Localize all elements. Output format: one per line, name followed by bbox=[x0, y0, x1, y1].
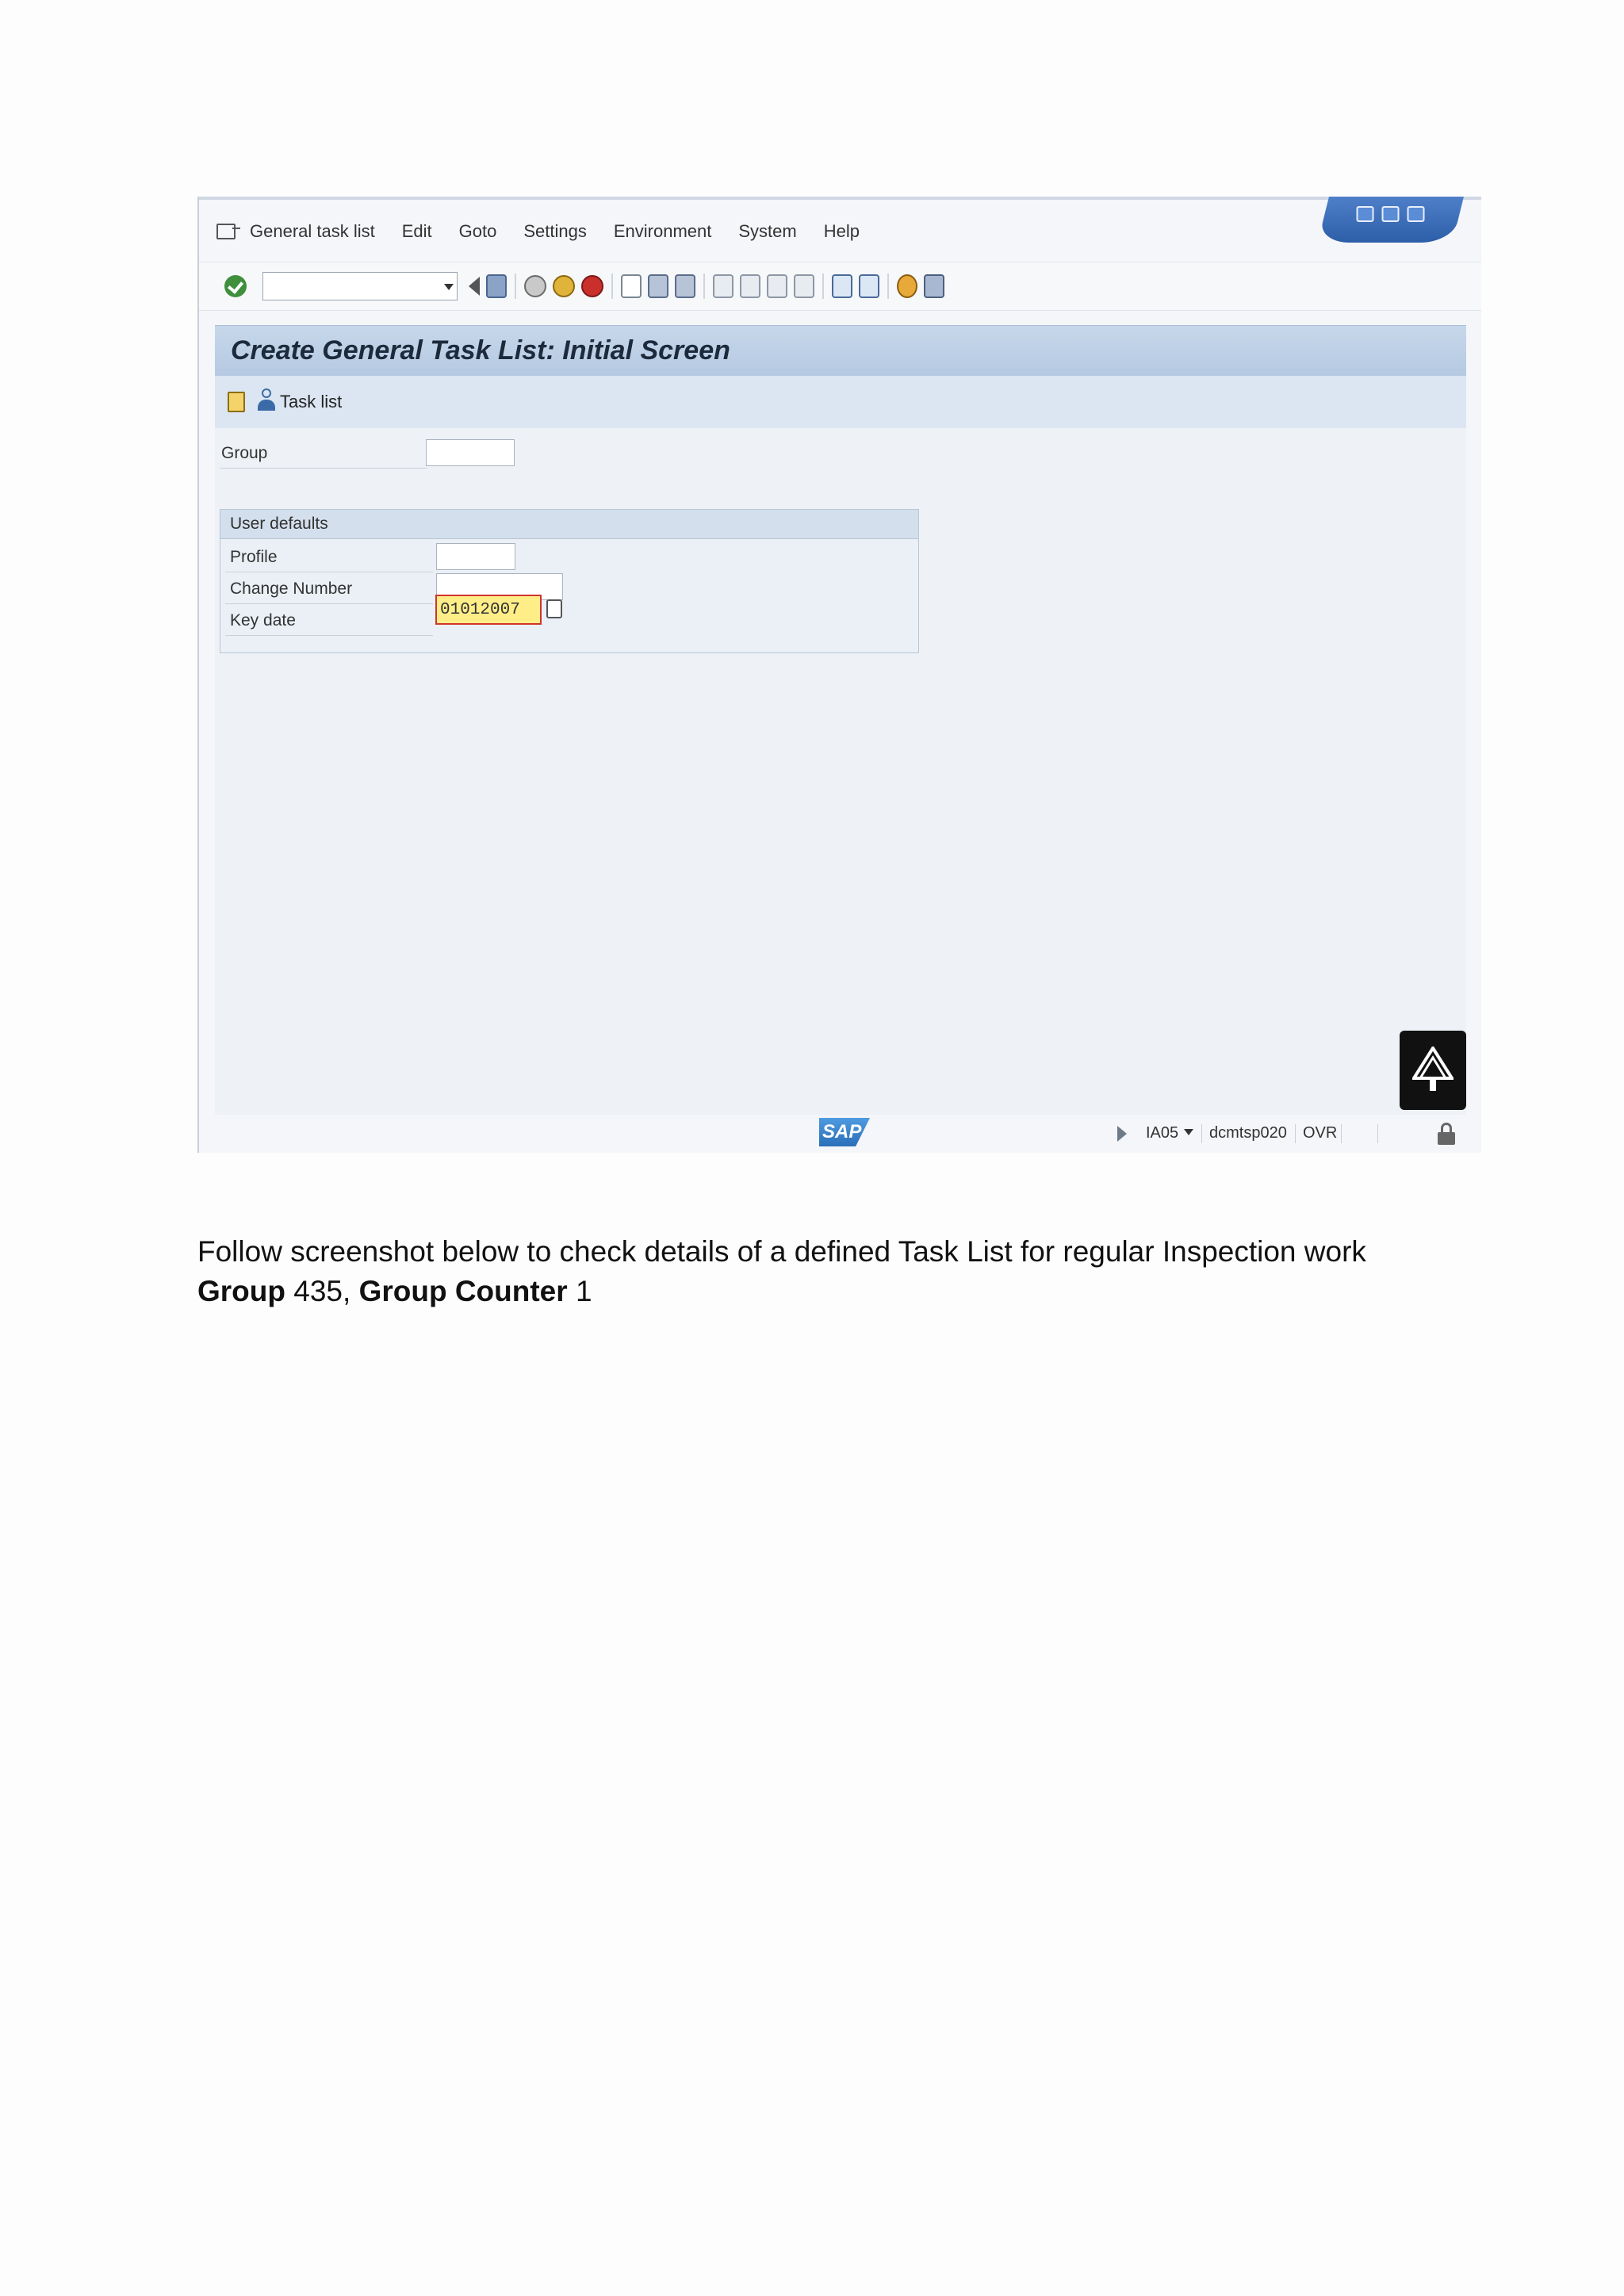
cancel-icon[interactable] bbox=[581, 275, 603, 297]
tree-logo-icon bbox=[1412, 1047, 1454, 1091]
input-mode[interactable]: OVR bbox=[1303, 1124, 1337, 1142]
menu-icon[interactable] bbox=[216, 224, 240, 239]
layout-icon[interactable] bbox=[924, 274, 944, 298]
menu-help[interactable]: Help bbox=[824, 221, 860, 242]
find-icon[interactable] bbox=[648, 274, 668, 298]
group-counter-label-bold: Group Counter bbox=[358, 1275, 568, 1307]
change-number-label-underline bbox=[225, 603, 433, 604]
sap-window: General task list Edit Goto Settings Env… bbox=[197, 197, 1481, 1153]
copy-icon[interactable] bbox=[228, 392, 245, 412]
watermark-logo bbox=[1400, 1031, 1466, 1110]
application-toolbar: Task list bbox=[215, 376, 1466, 429]
user-defaults-box: User defaults Profile Change Number Key … bbox=[220, 509, 919, 653]
menu-edit[interactable]: Edit bbox=[402, 221, 432, 242]
help-icon[interactable] bbox=[897, 274, 917, 298]
find-next-icon[interactable] bbox=[675, 274, 695, 298]
page-title: Create General Task List: Initial Screen bbox=[231, 335, 730, 365]
last-page-icon[interactable] bbox=[794, 274, 814, 298]
standard-toolbar bbox=[199, 262, 1481, 311]
group-input[interactable] bbox=[426, 439, 515, 466]
next-page-icon[interactable] bbox=[767, 274, 787, 298]
calendar-icon[interactable] bbox=[546, 599, 562, 618]
close-icon[interactable] bbox=[1407, 206, 1425, 222]
status-separator bbox=[1341, 1124, 1342, 1143]
chevron-down-icon[interactable] bbox=[444, 284, 454, 290]
new-session-icon[interactable] bbox=[832, 274, 852, 298]
change-number-label: Change Number bbox=[230, 580, 353, 598]
command-field[interactable] bbox=[262, 272, 458, 300]
user-defaults-title: User defaults bbox=[230, 515, 328, 533]
back-green-icon[interactable] bbox=[524, 275, 546, 297]
group-counter-value: 1 bbox=[575, 1275, 592, 1307]
menu-environment[interactable]: Environment bbox=[614, 221, 712, 242]
person-icon[interactable] bbox=[256, 388, 277, 414]
shortcut-icon[interactable] bbox=[859, 274, 879, 298]
profile-input[interactable] bbox=[436, 543, 515, 570]
toolbar-separator bbox=[822, 274, 824, 299]
menu-settings[interactable]: Settings bbox=[523, 221, 587, 242]
toolbar-separator bbox=[887, 274, 889, 299]
window-controls bbox=[1317, 197, 1464, 243]
group-label-underline bbox=[220, 468, 427, 469]
save-icon[interactable] bbox=[486, 274, 507, 298]
lock-icon[interactable] bbox=[1438, 1123, 1455, 1145]
status-separator bbox=[1201, 1124, 1202, 1143]
menu-goto[interactable]: Goto bbox=[459, 221, 497, 242]
key-date-label: Key date bbox=[230, 611, 296, 629]
server-name: dcmtsp020 bbox=[1209, 1124, 1287, 1142]
group-reference-line: Group 435, Group Counter 1 bbox=[197, 1275, 592, 1308]
status-expand-icon[interactable] bbox=[1117, 1126, 1127, 1142]
minimize-icon[interactable] bbox=[1356, 206, 1374, 222]
enter-check-icon[interactable] bbox=[224, 275, 247, 297]
status-separator bbox=[1377, 1124, 1378, 1143]
toolbar-separator bbox=[703, 274, 705, 299]
task-list-button[interactable]: Task list bbox=[280, 392, 342, 412]
status-separator bbox=[1295, 1124, 1296, 1143]
group-value: 435, bbox=[293, 1275, 351, 1307]
back-icon[interactable] bbox=[469, 277, 480, 296]
menu-general-task-list[interactable]: General task list bbox=[250, 221, 375, 242]
profile-label: Profile bbox=[230, 548, 278, 566]
toolbar-separator bbox=[515, 274, 516, 299]
menu-system[interactable]: System bbox=[738, 221, 796, 242]
screen-content: Group User defaults Profile Change Numbe… bbox=[215, 428, 1466, 1115]
toolbar-separator bbox=[611, 274, 613, 299]
sap-logo: SAP bbox=[819, 1118, 870, 1146]
menu-bar: General task list Edit Goto Settings Env… bbox=[199, 214, 1481, 249]
sap-logo-text: SAP bbox=[822, 1121, 862, 1142]
status-bar: SAP IA05 dcmtsp020 OVR bbox=[215, 1116, 1466, 1153]
instruction-text: Follow screenshot below to check details… bbox=[197, 1235, 1366, 1268]
maximize-icon[interactable] bbox=[1381, 206, 1400, 222]
first-page-icon[interactable] bbox=[713, 274, 733, 298]
group-label-bold: Group bbox=[197, 1275, 285, 1307]
group-label: Group bbox=[221, 444, 268, 462]
previous-page-icon[interactable] bbox=[740, 274, 760, 298]
window-top-border bbox=[199, 197, 1481, 200]
user-defaults-header: User defaults bbox=[220, 510, 918, 539]
transaction-code: IA05 bbox=[1146, 1124, 1179, 1142]
exit-icon[interactable] bbox=[553, 275, 575, 297]
title-bar: Create General Task List: Initial Screen bbox=[215, 325, 1466, 377]
chevron-down-icon[interactable] bbox=[1184, 1129, 1193, 1135]
key-date-label-underline bbox=[225, 635, 433, 636]
key-date-input[interactable]: 01012007 bbox=[435, 595, 542, 625]
print-icon[interactable] bbox=[621, 274, 642, 298]
